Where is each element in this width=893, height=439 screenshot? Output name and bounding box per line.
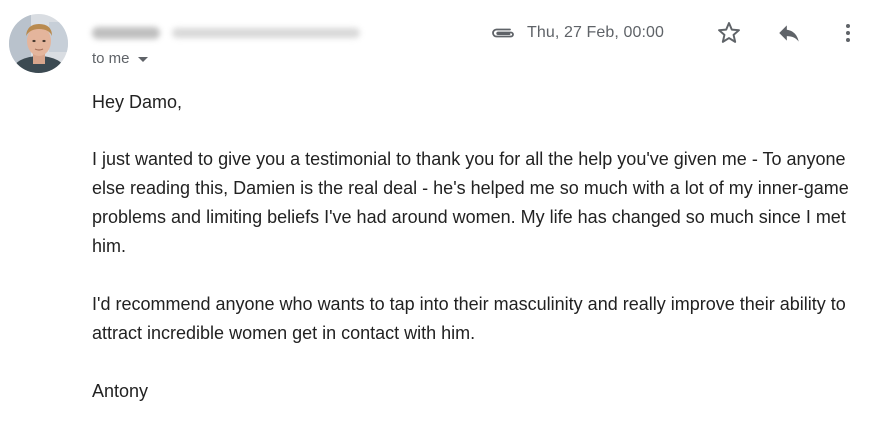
sender-avatar[interactable] [9,14,68,73]
paperclip-icon [492,28,514,38]
message-signature: Antony [92,381,149,401]
star-button[interactable] [713,17,745,49]
reply-icon [779,25,799,42]
recipient-details-toggle[interactable]: to me [92,50,148,67]
caret-down-icon [137,56,148,62]
message-paragraph-2: I'd recommend anyone who wants to tap in… [92,294,846,343]
sender-email-redacted [172,28,360,38]
message-date: Thu, 27 Feb, 00:00 [527,24,665,41]
message-paragraph-1: I just wanted to give you a testimonial … [92,149,849,256]
sender-info-redacted [92,22,360,44]
message-meta: Thu, 27 Feb, 00:00 [488,17,664,49]
avatar-image [9,14,68,73]
recipient-label: to me [92,50,130,67]
more-options-button[interactable] [832,17,864,49]
more-vert-icon [846,24,850,42]
reply-button[interactable] [773,17,805,49]
star-outline-icon [718,22,740,43]
message-body: Hey Damo, I just wanted to give you a te… [92,88,882,406]
sender-name-redacted [92,27,160,39]
message-greeting: Hey Damo, [92,92,183,112]
